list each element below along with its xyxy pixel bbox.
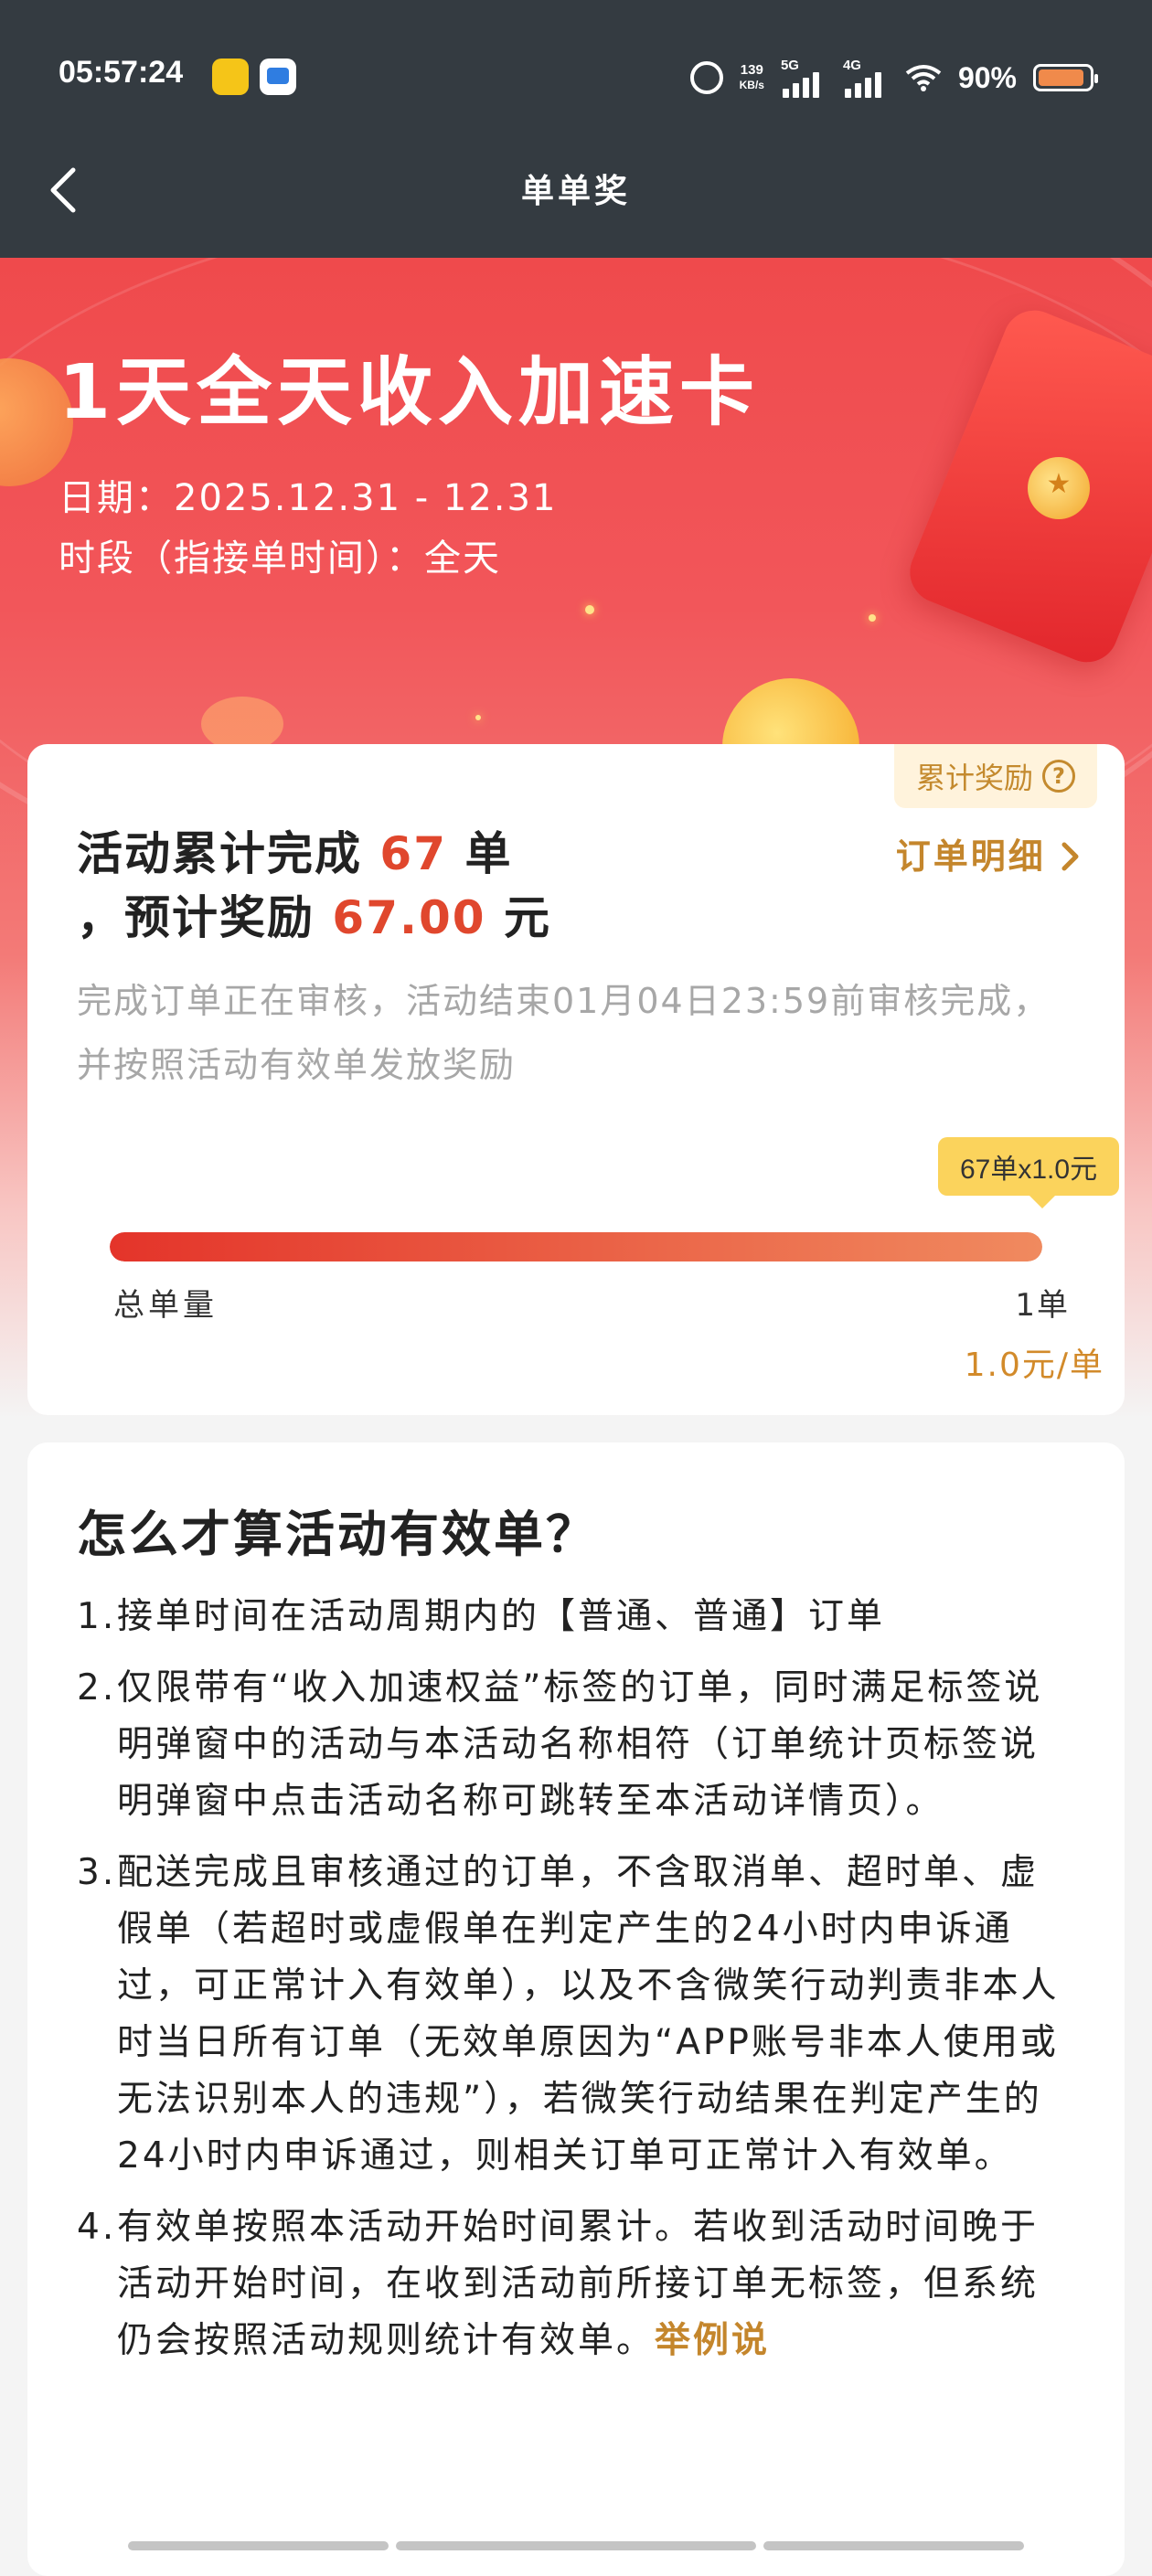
rules-list: 1. 接单时间在活动周期内的【普通、普通】订单 2. 仅限带有“收入加速权益”标…: [77, 1589, 1064, 2384]
cumulative-reward-tag[interactable]: 累计奖励 ?: [893, 744, 1097, 808]
rule-text: 配送完成且审核通过的订单，不含取消单、超时单、虚假单（若超时或虚假单在判定产生的…: [117, 1852, 1060, 2177]
nav-bar: 单单奖: [0, 121, 1152, 258]
chevron-right-icon: [1061, 842, 1079, 871]
notification-chat-icon: [260, 59, 296, 95]
total-orders-label: 总单量: [113, 1287, 218, 1324]
rule-item: 4. 有效单按照本活动开始时间累计。若收到活动时间晚于活动开始时间，在收到活动前…: [77, 2199, 1064, 2369]
rule-number: 3.: [77, 1852, 117, 1893]
status-bar: 05:57:24 139 KB/s 5G 4G 90%: [0, 0, 1152, 121]
gesture-bar: [763, 2541, 1024, 2550]
sparkle-icon: [475, 715, 481, 720]
rules-title: 怎么才算活动有效单？: [77, 1506, 598, 1563]
network-speed: 139 KB/s: [740, 63, 764, 92]
progress-tooltip: 67单x1.0元: [938, 1137, 1120, 1208]
sim1-label: 5G: [780, 58, 799, 73]
order-count: 67: [379, 827, 448, 880]
status-time: 05:57:24: [59, 55, 184, 90]
wifi-icon: [905, 64, 942, 91]
example-link[interactable]: 举例说: [655, 2320, 770, 2361]
order-detail-link[interactable]: 订单明细: [896, 828, 1081, 878]
activity-period: 时段（指接单时间）：全天: [59, 538, 501, 580]
sparkle-icon: [869, 614, 876, 622]
reward-prefix: ，预计奖励: [77, 891, 315, 944]
rule-number: 4.: [77, 2207, 117, 2248]
completed-prefix: 活动累计完成: [77, 827, 362, 880]
battery-icon: [1033, 64, 1098, 91]
rules-card: 怎么才算活动有效单？ 1. 接单时间在活动周期内的【普通、普通】订单 2. 仅限…: [27, 1442, 1125, 2576]
milestone-value: 1单: [1015, 1287, 1070, 1324]
review-note: 完成订单正在审核，活动结束01月04日23:59前审核完成，并按照活动有效单发放…: [77, 981, 1051, 1085]
rule-text-body: 有效单按照本活动开始时间累计。若收到活动时间晚于活动开始时间，在收到活动前所接订…: [117, 2207, 1040, 2361]
rule-item: 1. 接单时间在活动周期内的【普通、普通】订单: [77, 1589, 1064, 1645]
summary-card: 累计奖励 ? 活动累计完成 67 单 ，预计奖励 67.00 元 订单明细 完成…: [27, 744, 1125, 1415]
envelope-coin-icon: [1028, 457, 1090, 519]
rule-number: 2.: [77, 1667, 117, 1708]
battery-percentage: 90%: [957, 60, 1017, 94]
sim2-label: 4G: [842, 58, 861, 73]
sparkle-icon: [585, 605, 594, 614]
reward-tag-label: 累计奖励: [915, 761, 1033, 795]
rule-item: 2. 仅限带有“收入加速权益”标签的订单，同时满足标签说明弹窗中的活动与本活动名…: [77, 1660, 1064, 1830]
reward-amount: 67.00: [332, 891, 486, 944]
rule-item: 3. 配送完成且审核通过的订单，不含取消单、超时单、虚假单（若超时或虚假单在判定…: [77, 1845, 1064, 2185]
signal-5g-icon: 5G: [781, 58, 827, 98]
signal-4g-icon: 4G: [843, 58, 889, 98]
rule-text: 有效单按照本活动开始时间累计。若收到活动时间晚于活动开始时间，在收到活动前所接订…: [117, 2199, 1064, 2369]
status-indicators: 139 KB/s 5G 4G 90%: [689, 55, 1098, 101]
alarm-icon: [689, 61, 723, 94]
progress-bar-fill: [110, 1232, 1042, 1261]
help-icon[interactable]: ?: [1042, 760, 1075, 793]
expected-reward-text: ，预计奖励 67.00 元: [77, 881, 551, 947]
rule-number: 1.: [77, 1596, 117, 1637]
hero-title: 1天全天收入加速卡: [59, 349, 761, 436]
completed-orders-text: 活动累计完成 67 单: [77, 817, 512, 883]
notification-app-icon: [212, 59, 249, 95]
gesture-bar: [128, 2541, 389, 2550]
gesture-bar: [396, 2541, 756, 2550]
network-speed-value: 139: [740, 62, 763, 78]
rule-text: 仅限带有“收入加速权益”标签的订单，同时满足标签说明弹窗中的活动与本活动名称相符…: [117, 1667, 1043, 1822]
reward-suffix: 元: [504, 891, 551, 944]
page-title: 单单奖: [520, 173, 631, 210]
progress-bar: [110, 1232, 1042, 1261]
network-speed-unit: KB/s: [739, 79, 764, 91]
reward-rate: 1.0元/单: [964, 1347, 1104, 1384]
completed-suffix: 单: [464, 827, 513, 880]
order-detail-label: 订单明细: [895, 836, 1046, 877]
activity-date: 日期：2025.12.31 - 12.31: [59, 477, 558, 519]
coin-decoration-icon: [201, 697, 283, 751]
rule-text: 接单时间在活动周期内的【普通、普通】订单: [117, 1596, 886, 1637]
